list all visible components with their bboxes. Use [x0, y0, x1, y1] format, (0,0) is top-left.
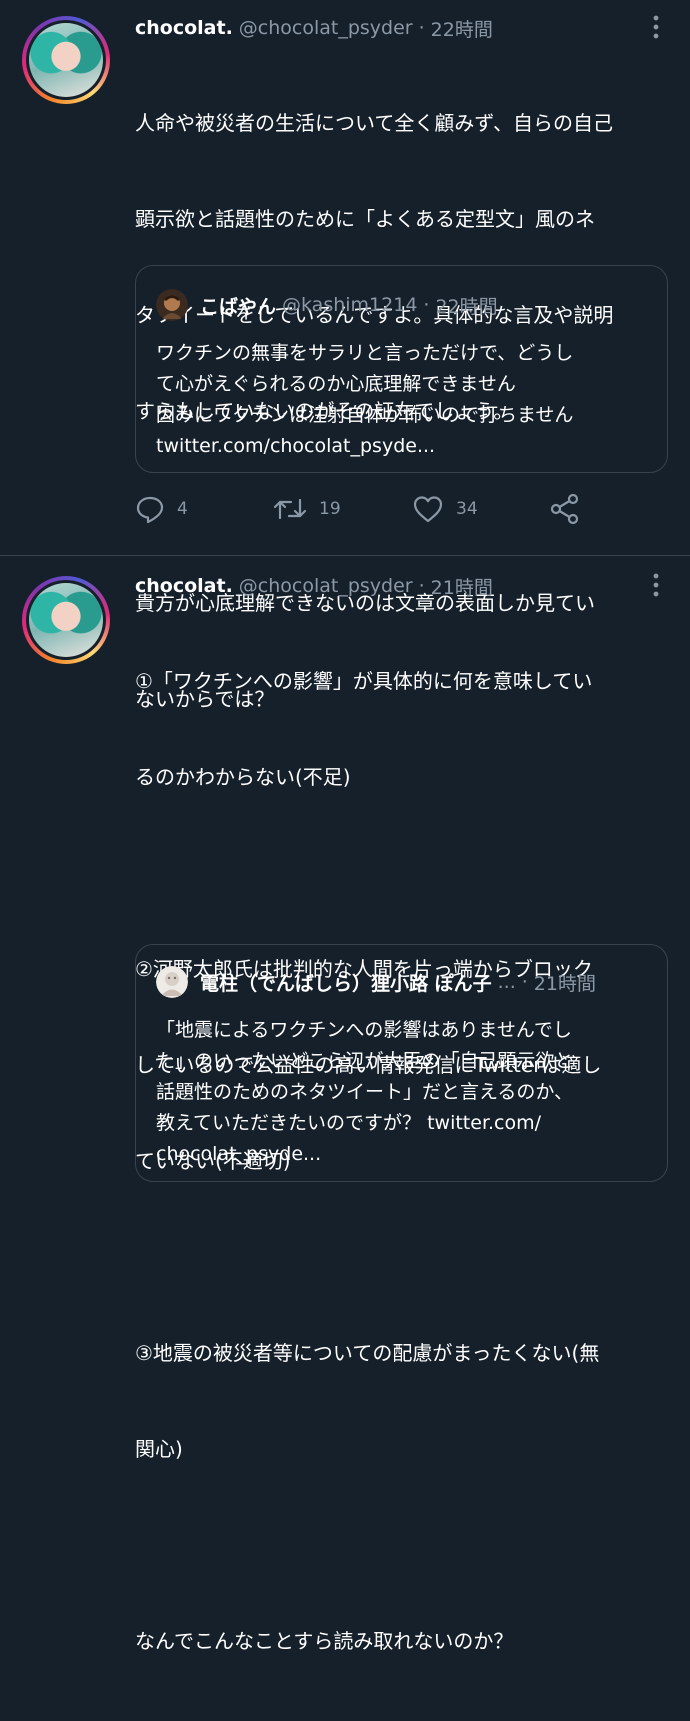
quoted-timestamp: 22時間	[435, 295, 498, 318]
more-vertical-icon[interactable]	[652, 14, 660, 40]
timestamp[interactable]: 21時間	[431, 573, 493, 600]
avatar-photo	[29, 583, 103, 657]
quoted-link[interactable]: chocolat_psyde...	[156, 1139, 651, 1170]
display-name[interactable]: chocolat.	[135, 575, 233, 597]
quoted-link[interactable]: twitter.com/chocolat_psyde...	[156, 431, 651, 462]
tweet-text-line: なんでこんなことすら読み取れないのか？	[135, 1629, 514, 1653]
reply-icon	[136, 496, 164, 524]
quoted-handle: ...	[497, 971, 516, 993]
retweet-count: 19	[319, 499, 341, 519]
quoted-text-line: ワクチンの無事をサラリと言っただけで、どうし	[156, 342, 574, 364]
quoted-text: 「地震によるワクチンへの影響はありませんでし た」のいったいどこら辺が大臣の「自…	[156, 1015, 651, 1170]
tweet-text-line	[135, 857, 665, 889]
tweet-header: chocolat. @chocolat_psyder · 22時間	[135, 13, 493, 43]
like-count: 34	[456, 499, 478, 519]
like-button[interactable]: 34	[412, 489, 478, 529]
quoted-text: ワクチンの無事をサラリと言っただけで、どうし て心がえぐられるのか心底理解できま…	[156, 338, 651, 462]
quoted-timestamp: 21時間	[533, 972, 596, 995]
tweet-actions: 4 19 34	[135, 489, 675, 529]
quoted-text-line: て心がえぐられるのか心底理解できません	[156, 373, 516, 395]
tweet-2[interactable]: chocolat. @chocolat_psyder · 21時間 ①「ワクチン…	[0, 556, 690, 1653]
handle[interactable]: @chocolat_psyder	[239, 575, 413, 597]
timestamp[interactable]: 22時間	[431, 15, 493, 42]
tweet-text-line	[135, 1529, 665, 1561]
avatar[interactable]	[22, 576, 110, 664]
quoted-tweet-header: こばやん @kashim1214 · 22時間	[156, 288, 498, 322]
reply-count: 4	[177, 499, 188, 519]
quoted-text-line: 因みにワクチンは注射自体が怖いので打ちません	[156, 404, 574, 426]
quoted-avatar	[156, 966, 188, 998]
share-icon	[550, 493, 579, 525]
tweet-1[interactable]: chocolat. @chocolat_psyder · 22時間 人命や被災者…	[0, 0, 690, 711]
tweet-text-line: 顕示欲と話題性のために「よくある定型文」風のネ	[135, 207, 595, 231]
avatar[interactable]	[22, 16, 110, 104]
avatar-ring	[26, 20, 106, 100]
quoted-tweet[interactable]: 電柱（でんばしら）狸小路 ぽん子 ... · 21時間 「地震によるワクチンへの…	[135, 944, 668, 1182]
tweet-text-line	[135, 1241, 665, 1273]
share-button[interactable]	[549, 489, 593, 529]
tweet-text-line: ③地震の被災者等についての配慮がまったくない(無	[135, 1341, 600, 1365]
tweet-header: chocolat. @chocolat_psyder · 21時間	[135, 571, 493, 601]
tweet-text-line: 関心)	[135, 1437, 183, 1461]
quoted-text-line: 「地震によるワクチンへの影響はありませんでし	[156, 1019, 572, 1041]
handle[interactable]: @chocolat_psyder	[239, 17, 413, 39]
quoted-avatar	[156, 289, 188, 321]
retweet-icon	[273, 498, 307, 520]
like-icon	[413, 496, 443, 523]
more-vertical-icon[interactable]	[652, 572, 660, 598]
separator-dot: ·	[423, 294, 430, 316]
avatar-photo	[29, 23, 103, 97]
separator-dot: ·	[418, 575, 425, 597]
display-name[interactable]: chocolat.	[135, 17, 233, 39]
quoted-handle: @kashim1214	[282, 294, 418, 316]
quoted-tweet-header: 電柱（でんばしら）狸小路 ぽん子 ... · 21時間	[156, 965, 596, 999]
reply-button[interactable]: 4	[135, 489, 188, 529]
quoted-text-line: た」のいったいどこら辺が大臣の「自己顕示欲と	[156, 1050, 574, 1072]
separator-dot: ·	[418, 17, 425, 39]
quoted-display-name: 電柱（でんばしら）狸小路 ぽん子	[200, 972, 492, 995]
quoted-display-name: こばやん	[200, 295, 277, 318]
tweet-text-line: ①「ワクチンへの影響」が具体的に何を意味してい	[135, 669, 593, 693]
avatar-ring	[26, 580, 106, 660]
separator-dot: ·	[521, 971, 528, 993]
tweet-text-line: 人命や被災者の生活について全く顧みず、自らの自己	[135, 111, 613, 135]
quoted-tweet[interactable]: こばやん @kashim1214 · 22時間 ワクチンの無事をサラリと言っただ…	[135, 265, 668, 473]
quoted-text-line: 教えていただきたいのですが？ twitter.com/	[156, 1112, 542, 1134]
retweet-button[interactable]: 19	[273, 489, 341, 529]
quoted-text-line: 話題性のためのネタツイート」だと言えるのか、	[156, 1081, 574, 1103]
tweet-text-line: るのかわからない(不足)	[135, 765, 351, 789]
